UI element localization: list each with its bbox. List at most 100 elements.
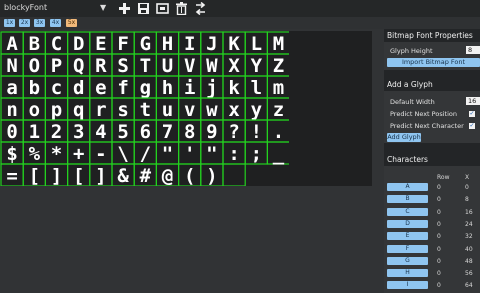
glyph-character: n [6, 99, 17, 121]
glyph-character: M [273, 33, 284, 55]
glyph-character: z [273, 99, 284, 121]
predict-position-checkbox[interactable]: ✓ [469, 111, 475, 117]
predict-position-label: Predict Next Position [390, 110, 457, 118]
zoom-3x-button[interactable]: 3x [34, 19, 45, 27]
glyph-character: y [251, 99, 262, 121]
glyph-character: c [51, 77, 62, 99]
glyph-character: 3 [73, 121, 84, 143]
save-icon[interactable] [137, 2, 150, 15]
character-row-value: 0 [437, 270, 441, 278]
characters-panel: Characters Row X A 0 0 B 0 8 C 0 16 D 0 24 E 0 32 F 0 40 G… [384, 153, 480, 293]
glyph-character: e [95, 77, 106, 99]
glyph-character: 2 [51, 121, 62, 143]
swap-icon[interactable] [194, 2, 207, 15]
character-x-value: 48 [465, 257, 473, 265]
glyph-character: ? [228, 121, 239, 143]
glyph-character: U [162, 55, 173, 77]
panel-title: Add a Glyph [384, 78, 480, 91]
glyph-character: Q [73, 55, 84, 77]
default-width-field[interactable]: 16 [466, 97, 480, 105]
glyph-character: h [162, 77, 173, 99]
glyph-character: x [228, 99, 239, 121]
glyph-character: " [206, 143, 217, 165]
add-icon[interactable] [118, 2, 131, 15]
glyph-character: l [251, 77, 262, 99]
add-glyph-panel: Add a Glyph Default Width 16 Predict Nex… [384, 78, 480, 143]
glyph-character: E [95, 33, 106, 55]
glyph-character: P [51, 55, 62, 77]
trash-icon[interactable] [175, 2, 188, 15]
zoom-2x-button[interactable]: 2x [19, 19, 30, 27]
glyph-character: ; [251, 143, 262, 165]
glyph-character: 4 [95, 121, 106, 143]
character-button[interactable]: G [387, 256, 428, 265]
glyph-character: 6 [140, 121, 151, 143]
glyph-character: 5 [117, 121, 128, 143]
document-name[interactable]: blockyFont [4, 3, 47, 12]
glyph-character: k [228, 77, 240, 99]
glyph-character: D [73, 33, 84, 55]
character-button[interactable]: B [387, 195, 428, 204]
panel-title: Bitmap Font Properties [384, 29, 480, 42]
document-dropdown-icon[interactable]: ▼ [100, 3, 106, 12]
character-button[interactable]: F [387, 244, 428, 253]
glyph-character: ] [51, 165, 62, 186]
character-x-value: 40 [465, 245, 473, 253]
glyph-character: X [228, 55, 240, 77]
glyph-character: 8 [184, 121, 195, 143]
glyph-character: T [140, 55, 151, 77]
glyph-character: O [29, 55, 40, 77]
glyph-character: & [117, 165, 129, 186]
glyph-character: m [273, 77, 284, 99]
glyph-character: W [206, 55, 218, 77]
export-icon[interactable] [156, 2, 169, 15]
glyph-character: % [29, 143, 41, 165]
glyph-character: A [6, 33, 18, 55]
character-row-value: 0 [437, 282, 441, 290]
zoom-bar: 1x 2x 3x 4x 5x [0, 17, 480, 29]
add-glyph-button[interactable]: Add Glyph [387, 133, 421, 142]
glyph-character: u [162, 99, 173, 121]
glyph-character: S [117, 55, 128, 77]
character-row-value: 0 [437, 208, 441, 216]
zoom-1x-button[interactable]: 1x [4, 19, 15, 27]
predict-character-checkbox[interactable]: ✓ [469, 123, 475, 129]
glyph-character: F [117, 33, 128, 55]
glyph-character: = [6, 165, 17, 186]
glyph-character: d [73, 77, 84, 99]
import-bitmap-font-button[interactable]: Import Bitmap Font [387, 58, 480, 67]
character-x-value: 64 [465, 282, 473, 290]
sidebar: Bitmap Font Properties Glyph Height 8 Im… [384, 29, 480, 293]
glyph-character: J [206, 33, 217, 55]
character-button[interactable]: D [387, 219, 428, 228]
character-button[interactable]: H [387, 269, 428, 278]
glyph-character: N [6, 55, 17, 77]
glyph-cell[interactable] [222, 163, 246, 186]
glyph-height-label: Glyph Height [390, 47, 433, 55]
glyph-character: b [29, 77, 40, 99]
glyph-character: : [228, 143, 239, 165]
zoom-4x-button[interactable]: 4x [50, 19, 61, 27]
glyph-character: q [73, 99, 84, 121]
character-button[interactable]: C [387, 207, 428, 216]
glyph-character: j [206, 77, 217, 99]
glyph-character: g [140, 77, 151, 99]
glyph-character: . [273, 121, 284, 143]
glyph-grid[interactable]: A B C D E F G H I J K L M N O P Q R S T U V W X Y Za b c d e f g h i j k l m n… [0, 31, 289, 186]
glyph-character: H [162, 33, 173, 55]
glyph-character: [ [73, 165, 84, 186]
character-x-value: 56 [465, 270, 473, 278]
glyph-character: Z [273, 55, 284, 77]
character-row-value: 0 [437, 196, 441, 204]
zoom-5x-button[interactable]: 5x [66, 19, 77, 27]
character-button[interactable]: I [387, 281, 428, 290]
glyph-character: B [29, 33, 40, 55]
character-x-value: 8 [465, 196, 469, 204]
glyph-height-field[interactable]: 8 [466, 46, 480, 54]
column-header-row: Row [437, 174, 450, 181]
character-button[interactable]: E [387, 232, 428, 241]
glyph-character: R [95, 55, 107, 77]
character-button[interactable]: A [387, 183, 428, 191]
character-x-value: 16 [465, 208, 473, 216]
glyph-character: V [184, 55, 195, 77]
